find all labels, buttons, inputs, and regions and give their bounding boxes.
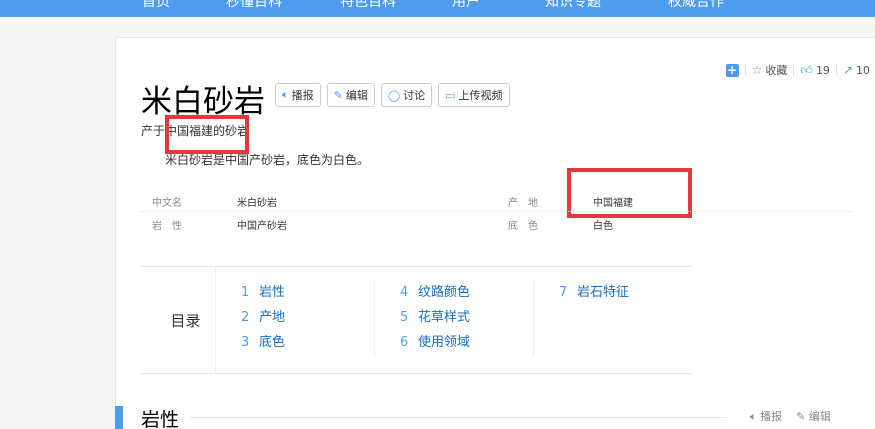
star-icon[interactable]: ☆ [752, 63, 763, 77]
info-value-lithology: 中国产砂岩 [237, 221, 287, 232]
title-buttons: 🔈︎ 播报 ✎ 编辑 ◯ 讨论 ▭ 上传视频 [275, 83, 510, 107]
toc-item[interactable]: 2 产地 [241, 306, 285, 331]
toc-item-number: 6 [400, 335, 409, 350]
report-label: 播报 [291, 89, 314, 102]
section-divider [190, 417, 727, 418]
info-value-origin[interactable]: 中国福建 [593, 194, 633, 209]
toc-item-number: 5 [400, 310, 409, 325]
section-report-button[interactable]: 🔈︎ 播报 [750, 408, 782, 424]
nav-item-user[interactable]: 用户 [452, 0, 480, 11]
toc-column: 1 岩性 2 产地 3 底色 [241, 281, 285, 356]
discuss-button[interactable]: ◯ 讨论 [380, 83, 433, 107]
toc-item-number: 2 [241, 310, 250, 325]
speaker-icon: 🔈︎ [282, 88, 289, 101]
toc-item[interactable]: 4 纹路颜色 [400, 281, 470, 306]
toc-column: 4 纹路颜色 5 花草样式 6 使用领域 [374, 281, 470, 356]
nav-item-featured[interactable]: 特色百科 [340, 0, 396, 11]
toc-item[interactable]: 5 花草样式 [400, 306, 470, 331]
table-of-contents: 目录 1 岩性 2 产地 3 底色 4 纹路颜色 5 花草样式 6 使用领域 7 岩石特征 [141, 266, 692, 374]
toc-item-number: 4 [400, 285, 409, 300]
entry-actions: + ☆ 收藏 👍︎ 19 ↗ 10 [725, 62, 870, 78]
add-icon[interactable]: + [725, 63, 739, 77]
nav-item-home[interactable]: 首页 [142, 0, 170, 11]
nav-item-partners[interactable]: 权威合作 [668, 0, 724, 11]
toc-item-label: 岩石特征 [577, 285, 630, 300]
section-edit-button[interactable]: ✎ 编辑 [796, 408, 831, 424]
info-key-chinese-name: 中文名 [152, 198, 182, 209]
upload-video-label: 上传视频 [458, 89, 503, 102]
section-marker [115, 406, 123, 429]
section-tools: 🔈︎ 播报 ✎ 编辑 [750, 408, 831, 424]
share-icon[interactable]: ↗ [843, 63, 853, 77]
info-key-base-color: 底 色 [508, 221, 538, 232]
toc-item-label: 底色 [259, 335, 286, 350]
toc-item-label: 纹路颜色 [418, 285, 471, 300]
toc-item[interactable]: 3 底色 [241, 331, 285, 356]
section-report-label: 播报 [760, 410, 783, 423]
toc-item-label: 花草样式 [418, 310, 471, 325]
thumbs-up-icon[interactable]: 👍︎ [800, 63, 813, 78]
pencil-icon: ✎ [796, 410, 806, 423]
nav-item-topics[interactable]: 知识专题 [545, 0, 601, 11]
speaker-icon: 🔈︎ [750, 410, 757, 423]
toc-item-number: 7 [559, 285, 568, 300]
report-button[interactable]: 🔈︎ 播报 [275, 83, 321, 107]
toc-column: 7 岩石特征 [533, 281, 629, 356]
upload-video-button[interactable]: ▭ 上传视频 [438, 83, 510, 107]
toc-item-label: 产地 [259, 310, 286, 325]
toc-item[interactable]: 6 使用领域 [400, 331, 470, 356]
highlight-box [165, 115, 249, 154]
info-value-chinese-name: 米白砂岩 [237, 198, 277, 209]
toc-item[interactable]: 7 岩石特征 [559, 281, 629, 306]
like-count[interactable]: 19 [816, 64, 830, 77]
section-title: 岩性 [141, 409, 180, 429]
divider [793, 64, 795, 76]
toc-item-number: 1 [241, 285, 250, 300]
info-key-lithology: 岩 性 [152, 221, 182, 232]
info-divider [141, 211, 851, 212]
pencil-icon: ✎ [333, 88, 343, 102]
toc-item-number: 3 [241, 335, 250, 350]
toc-item-label: 使用领域 [418, 335, 471, 350]
video-camera-icon: ▭ [445, 88, 456, 102]
edit-button[interactable]: ✎ 编辑 [326, 83, 375, 107]
favorite-label[interactable]: 收藏 [765, 62, 787, 78]
share-count[interactable]: 10 [856, 64, 870, 77]
edit-label: 编辑 [345, 89, 368, 102]
discuss-label: 讨论 [403, 89, 426, 102]
divider [835, 64, 837, 76]
divider [744, 64, 746, 76]
toc-item[interactable]: 1 岩性 [241, 281, 285, 306]
top-nav-bar: 首页 秒懂百科 特色百科 用户 知识专题 权威合作 [0, 0, 875, 17]
toc-label: 目录 [141, 267, 216, 373]
toc-item-label: 岩性 [259, 285, 286, 300]
info-value-base-color: 白色 [593, 221, 613, 232]
section-edit-label: 编辑 [808, 410, 831, 423]
chat-bubble-icon: ◯ [387, 88, 401, 102]
nav-item-second[interactable]: 秒懂百科 [226, 0, 282, 11]
info-key-origin: 产 地 [508, 198, 538, 209]
